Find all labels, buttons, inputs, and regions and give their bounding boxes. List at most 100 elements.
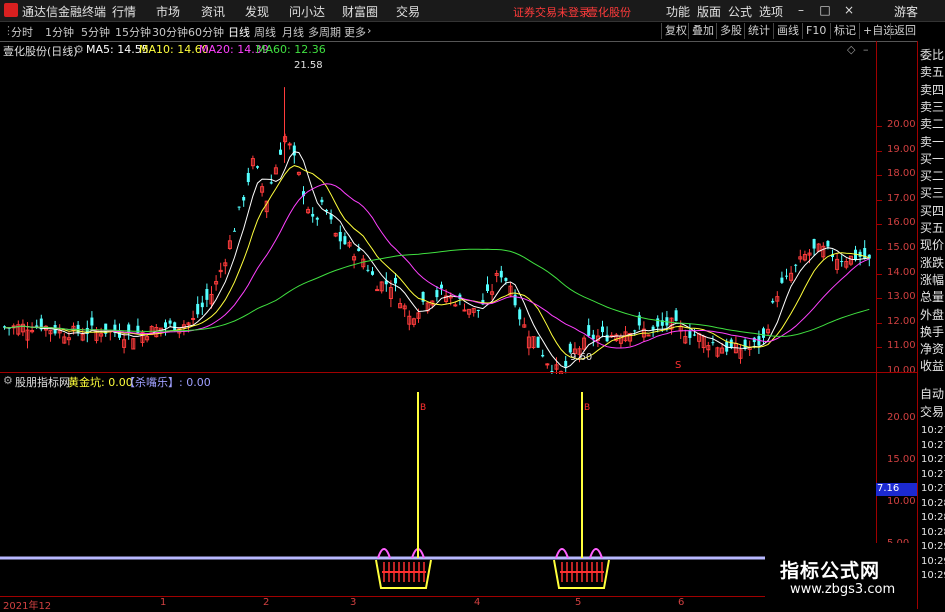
btn-diejia[interactable]: 叠加 (688, 23, 717, 39)
candlestick-chart[interactable] (0, 58, 876, 374)
sidebar-label: 现价 (920, 238, 945, 253)
candle-body (320, 199, 324, 203)
candle-body (440, 284, 443, 289)
indicator-chart[interactable]: BB (0, 388, 876, 595)
candle-body (366, 269, 370, 271)
menu-shichang[interactable]: 市场 (156, 3, 180, 20)
settings-gear-icon[interactable]: ⚙ (74, 43, 84, 56)
collapse-icon[interactable]: – (863, 43, 869, 56)
maximize-icon[interactable]: □ (818, 3, 832, 17)
diamond-icon[interactable]: ◇ (847, 43, 855, 56)
candle-body (90, 317, 94, 326)
x-label-4: 4 (474, 597, 481, 608)
sidebar-label: 买五 (920, 221, 945, 235)
menu-caifuquan[interactable]: 财富圈 (342, 3, 378, 20)
guest-label[interactable]: 游客 (894, 3, 918, 20)
candle-body (541, 354, 545, 357)
candle-body (499, 270, 503, 278)
menu-xuanxiang[interactable]: 选项 (759, 3, 783, 20)
ma-line-10 (4, 165, 870, 360)
y-tick-label: 10.00 (887, 365, 916, 376)
candle-body (587, 325, 591, 336)
chevron-right-icon[interactable]: › (367, 24, 371, 37)
candle-body (633, 330, 637, 332)
btn-f10[interactable]: F10 (802, 23, 829, 39)
candle-body (711, 342, 715, 344)
candle-body (794, 264, 798, 266)
sidebar-time: 10:28 (921, 526, 945, 538)
sidebar-label: 买二 (920, 169, 945, 184)
period-5min[interactable]: 5分钟 (81, 24, 110, 40)
title-bar: 通达信金融终端 行情 市场 资讯 发现 问小达 财富圈 交易 证券交易未登录 壹… (0, 0, 945, 22)
menu-wenxiaoda[interactable]: 问小达 (289, 3, 325, 20)
period-daily[interactable]: 日线 (228, 24, 250, 40)
menu-banmian[interactable]: 版面 (697, 3, 721, 20)
btn-huaxian[interactable]: 画线 (773, 23, 802, 39)
sidebar-label: 卖二 (920, 117, 945, 132)
menu-gongneng[interactable]: 功能 (666, 3, 690, 20)
candle-body (256, 166, 259, 168)
candle-body (164, 322, 167, 328)
candle-body (674, 310, 678, 321)
candle-body (605, 334, 609, 342)
sidebar-label: 买一 (920, 151, 945, 166)
y-tick-mark (877, 322, 882, 324)
candle-body (780, 277, 784, 283)
candle-body (343, 236, 347, 245)
sidebar-label: 买三 (920, 186, 945, 201)
stock-tab[interactable]: 壹化股份 (587, 4, 631, 20)
y-tick-mark (877, 175, 882, 177)
x-label-3: 3 (350, 597, 357, 608)
period-more[interactable]: 更多 (344, 24, 366, 40)
candle-body (743, 339, 747, 350)
btn-duogu[interactable]: 多股 (716, 23, 745, 39)
btn-biaoji[interactable]: 标记 (830, 23, 859, 39)
close-icon[interactable]: × (842, 3, 856, 17)
period-monthly[interactable]: 月线 (282, 24, 304, 40)
btn-fuquan[interactable]: 复权 (661, 23, 690, 39)
y-tick-mark (877, 273, 882, 275)
sidebar-label: 外盘 (920, 307, 945, 322)
menu-hangqing[interactable]: 行情 (112, 3, 136, 20)
y-tick-mark (877, 150, 882, 152)
candle-body (357, 248, 361, 252)
period-1min[interactable]: 1分钟 (45, 24, 74, 40)
candle-body (453, 304, 458, 307)
sub-settings-icon[interactable]: ⚙ (3, 374, 13, 387)
ma-line-20 (4, 183, 870, 349)
candle-body (394, 277, 397, 284)
candle-body (338, 231, 342, 242)
period-toolbar: ⋮ 分时 1分钟 5分钟 15分钟 30分钟 60分钟 日线 周线 月线 多周期… (0, 22, 945, 42)
minimize-icon[interactable]: – (794, 3, 808, 17)
candle-body (315, 217, 319, 220)
period-30min[interactable]: 30分钟 (152, 24, 188, 40)
btn-tongji[interactable]: 统计 (744, 23, 773, 39)
period-fenshi[interactable]: 分时 (11, 24, 33, 40)
period-60min[interactable]: 60分钟 (188, 24, 224, 40)
menu-faxian[interactable]: 发现 (245, 3, 269, 20)
sidebar-time: 10:27 (921, 468, 945, 480)
sidebar-label: 总量 (920, 290, 945, 305)
login-warning[interactable]: 证券交易未登录 (513, 4, 590, 20)
btn-back[interactable]: 返回 (890, 23, 919, 39)
sidebar-time: 10:27 (921, 425, 945, 436)
menu-jiaoyi[interactable]: 交易 (396, 3, 420, 20)
candle-body (173, 322, 177, 331)
period-15min[interactable]: 15分钟 (115, 24, 151, 40)
sidebar-time: 10:28 (921, 497, 945, 509)
candle-body (476, 309, 480, 312)
sidebar-label-bottom[interactable]: 交易 (920, 403, 944, 420)
period-weekly[interactable]: 周线 (254, 24, 276, 40)
panel-separator (0, 372, 917, 373)
current-value: 7.16 (877, 483, 900, 494)
sidebar-label: 卖三 (920, 99, 945, 114)
x-label-5: 5 (575, 597, 582, 608)
candle-body (564, 360, 568, 367)
period-multi[interactable]: 多周期 (308, 24, 341, 40)
y-tick-label: 13.00 (887, 291, 916, 303)
sidebar-label-bottom[interactable]: 自动 (920, 385, 944, 402)
ma60-label: MA60: 12.36 (256, 43, 326, 56)
menu-gongshi[interactable]: 公式 (728, 3, 752, 20)
menu-zixun[interactable]: 资讯 (201, 3, 225, 20)
candle-body (486, 284, 489, 291)
